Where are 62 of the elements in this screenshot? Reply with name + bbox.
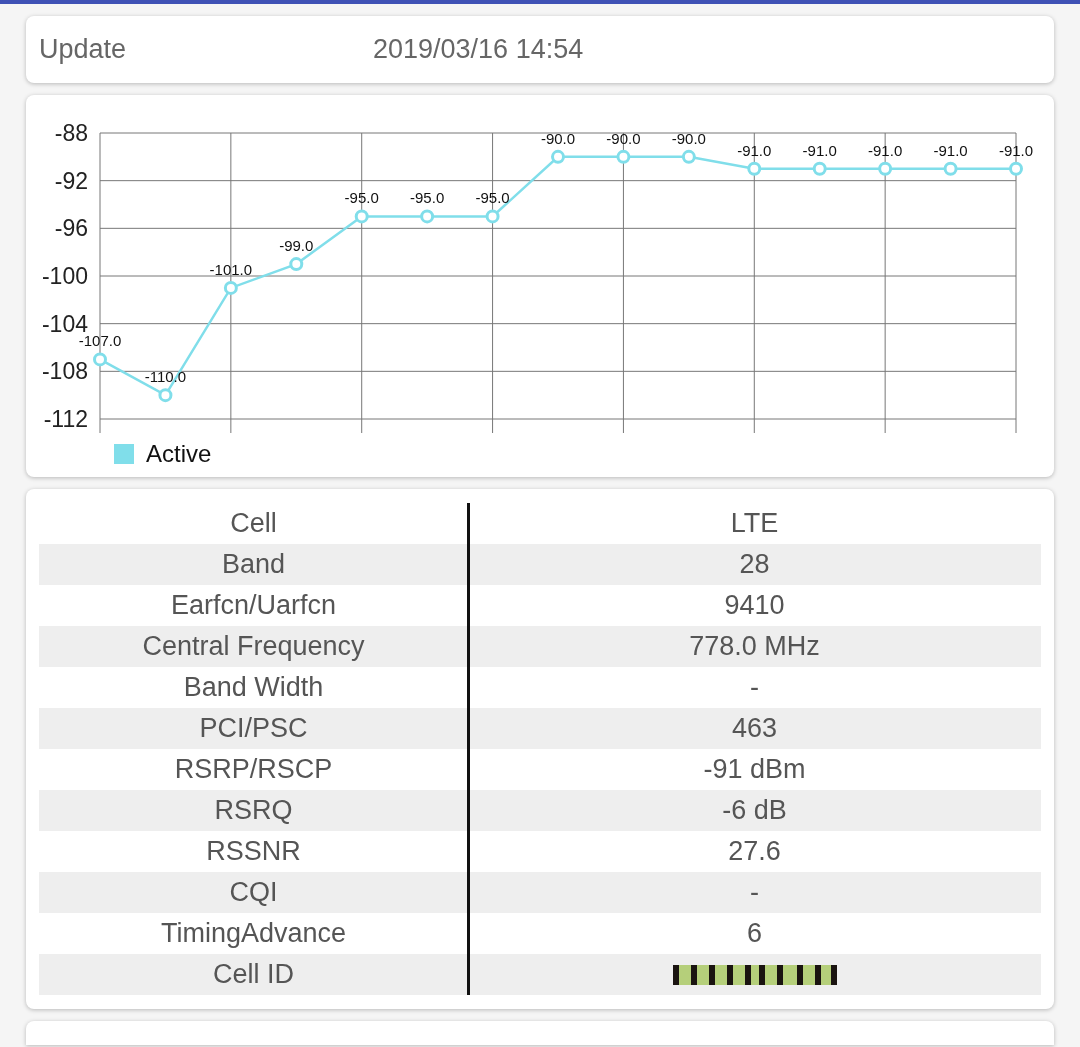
data-point xyxy=(485,209,500,224)
row-label: Band Width xyxy=(183,672,324,703)
data-point xyxy=(93,352,107,367)
value-label: -91.0 xyxy=(802,141,837,159)
row-label: RSRQ xyxy=(214,795,293,826)
row-value: 28 xyxy=(739,549,770,580)
update-time: 2019/03/16 14:54 xyxy=(373,34,584,65)
value-label: -99.0 xyxy=(279,237,314,255)
data-point xyxy=(223,280,238,295)
data-point xyxy=(681,149,696,164)
legend-label: Active xyxy=(146,440,212,467)
row-value: 27.6 xyxy=(728,836,781,867)
row-label: CQI xyxy=(229,877,278,908)
value-label: -91.0 xyxy=(868,141,903,159)
row-label: Band xyxy=(221,549,286,580)
row-label: Earfcn/Uarfcn xyxy=(170,590,337,621)
row-value: -6 dB xyxy=(722,795,787,826)
data-point xyxy=(747,161,762,176)
value-label: -91.0 xyxy=(933,141,968,159)
legend-swatch xyxy=(114,444,134,464)
value-label: -90.0 xyxy=(540,129,576,147)
data-point xyxy=(616,149,631,164)
data-point xyxy=(878,161,893,176)
data-point xyxy=(812,161,827,176)
axis-tick-label: -100 xyxy=(41,263,88,289)
row-label: PCI/PSC xyxy=(199,713,308,744)
value-label: -95.0 xyxy=(410,189,445,207)
value-label: -90.0 xyxy=(606,129,641,147)
row-label: TimingAdvance xyxy=(160,918,347,949)
data-point xyxy=(289,257,304,272)
row-label: Central Frequency xyxy=(142,631,365,662)
row-value: LTE xyxy=(730,508,779,539)
axis-tick-label: -96 xyxy=(54,215,88,242)
data-point xyxy=(158,388,173,403)
row-label: Cell ID xyxy=(213,959,294,990)
axis-tick-label: -108 xyxy=(41,358,88,385)
update-label: Update xyxy=(39,34,128,65)
row-value: - xyxy=(750,672,759,703)
value-label: -95.0 xyxy=(344,189,379,207)
data-point xyxy=(354,209,369,224)
axis-tick-label: -112 xyxy=(43,406,88,432)
data-point xyxy=(1009,161,1023,176)
row-value: 463 xyxy=(731,713,778,744)
value-label: -95.0 xyxy=(475,189,510,207)
row-label: Cell xyxy=(230,508,277,539)
data-point xyxy=(551,149,565,164)
data-point xyxy=(420,209,435,224)
value-label: -91.0 xyxy=(998,141,1034,159)
value-label: -91.0 xyxy=(737,141,772,159)
value-label: -101.0 xyxy=(209,260,253,278)
row-value: - xyxy=(750,877,759,908)
row-value: 6 xyxy=(747,918,762,949)
row-value: -91 dBm xyxy=(703,754,806,785)
value-label: -90.0 xyxy=(671,129,706,147)
axis-tick-label: -92 xyxy=(54,167,88,194)
row-label: RSSNR xyxy=(206,836,301,867)
row-value: 778.0 MHz xyxy=(689,631,820,662)
row-label: RSRP/RSCP xyxy=(174,754,333,785)
row-value: 9410 xyxy=(724,590,785,621)
value-label: -110.0 xyxy=(144,368,187,386)
axis-tick-label: -88 xyxy=(54,120,88,146)
data-point xyxy=(943,161,958,176)
